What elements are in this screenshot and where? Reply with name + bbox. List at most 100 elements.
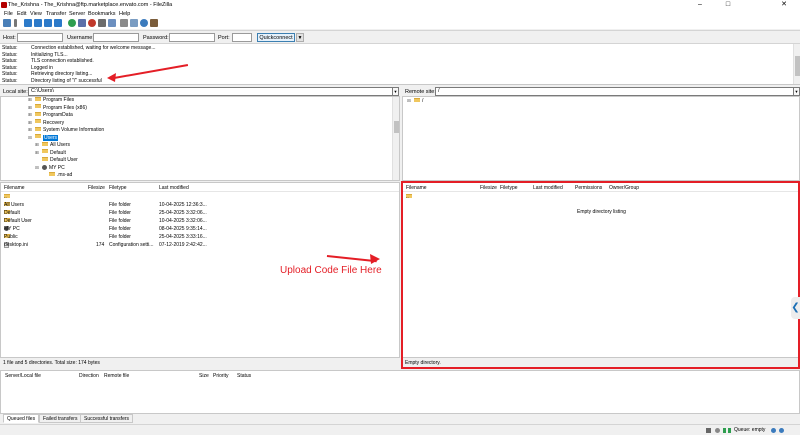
menu-bar: File Edit View Transfer Server Bookmarks… [0, 10, 800, 18]
annotation-highlight-box [401, 181, 800, 369]
folder-icon [35, 134, 41, 139]
annotation-text: Upload Code File Here [280, 265, 382, 276]
window-title: The_Krishna - The_Krishna@ftp.marketplac… [8, 2, 173, 8]
tree-item[interactable]: ⊞ ProgramData [28, 111, 73, 118]
file-row[interactable]: Default User File folder 10-04-2025 3:32:0… [1, 218, 399, 225]
queue-header-remote[interactable]: Remote file [104, 373, 129, 379]
tab-failed-transfers[interactable]: Failed transfers [39, 414, 82, 423]
queue-header-priority[interactable]: Priority [213, 373, 229, 379]
tree-item[interactable]: ⊞ System Volume Information [28, 126, 104, 133]
activity-indicator-icon [779, 428, 784, 433]
local-file-list-header: Filename Filesize Filetype Last modified [1, 183, 399, 192]
menu-bookmarks[interactable]: Bookmarks [88, 11, 116, 17]
download-indicator-icon [728, 428, 731, 433]
tab-successful-transfers[interactable]: Successful transfers [80, 414, 134, 423]
filter-icon[interactable] [120, 19, 128, 27]
menu-transfer[interactable]: Transfer [46, 11, 66, 17]
site-manager-icon[interactable] [3, 19, 11, 27]
host-input[interactable] [17, 33, 63, 42]
file-row[interactable]: MY PC File folder 08-04-2025 9:35:14... [1, 226, 399, 233]
process-queue-icon[interactable] [78, 19, 86, 27]
remote-site-label: Remote site: [405, 89, 436, 95]
queue-header-status[interactable]: Status [237, 373, 251, 379]
column-header-filetype[interactable]: Filetype [109, 185, 127, 191]
close-button[interactable]: ✕ [770, 0, 798, 10]
host-label: Host: [3, 35, 16, 41]
menu-server[interactable]: Server [69, 11, 85, 17]
compare-icon[interactable] [140, 19, 148, 27]
maximize-button[interactable]: □ [714, 0, 742, 10]
minimize-button[interactable]: – [686, 0, 714, 10]
file-row[interactable]: All Users File folder 10-04-2025 12:36:3..… [1, 202, 399, 209]
queue-header-server[interactable]: Server/Local file [5, 373, 41, 379]
quickconnect-button[interactable]: Quickconnect [257, 33, 295, 42]
local-site-path[interactable]: C:\Users\ [28, 87, 398, 96]
local-tree-scrollbar[interactable] [392, 97, 399, 180]
toggle-queue-icon[interactable] [54, 19, 62, 27]
user-icon [42, 164, 47, 170]
side-panel-toggle-icon[interactable]: ❮ [791, 297, 800, 319]
quickconnect-bar: Host: Username: Password: Port: Quickcon… [0, 30, 800, 44]
queue-header-direction[interactable]: Direction [79, 373, 99, 379]
annotation-arrowhead-log [107, 73, 116, 82]
search-icon[interactable] [150, 19, 158, 27]
menu-file[interactable]: File [4, 11, 13, 17]
file-row[interactable]: Public File folder 25-04-2025 3:33:16... [1, 234, 399, 241]
folder-icon [35, 126, 41, 131]
folder-icon [35, 111, 41, 116]
file-row[interactable]: Default File folder 25-04-2025 3:32:06... [1, 210, 399, 217]
tree-item[interactable]: ⊞ Recovery [28, 119, 64, 126]
log-scrollbar[interactable] [793, 44, 800, 84]
tree-item[interactable]: ⊟ / [407, 97, 423, 104]
menu-view[interactable]: View [30, 11, 42, 17]
local-tree-scroll-thumb[interactable] [394, 121, 399, 133]
tree-item[interactable]: ⊟ MY PC [35, 165, 65, 171]
quickconnect-dropdown[interactable]: ▼ [296, 33, 304, 42]
tree-item-selected[interactable]: ⊟ Users [28, 134, 59, 141]
refresh-icon[interactable] [68, 19, 76, 27]
tree-item[interactable]: ⊞ Default [35, 149, 66, 156]
remote-directory-tree: ⊟ / [402, 96, 800, 181]
folder-icon [35, 97, 41, 101]
cancel-icon[interactable] [88, 19, 96, 27]
folder-icon [414, 97, 420, 102]
tree-item[interactable]: ⊞ All Users [35, 141, 70, 148]
menu-help[interactable]: Help [119, 11, 130, 17]
password-input[interactable] [169, 33, 215, 42]
local-directory-tree: ⊞ Program Files ⊞ Program Files (x86) ⊞ Pro… [0, 96, 400, 181]
tree-item[interactable]: Default User [35, 156, 78, 163]
column-header-filename[interactable]: Filename [4, 185, 25, 191]
reconnect-icon[interactable] [108, 19, 116, 27]
upload-indicator-icon [723, 428, 726, 433]
title-bar: The_Krishna - The_Krishna@ftp.marketplac… [0, 0, 800, 10]
column-header-filesize[interactable]: Filesize [88, 185, 105, 191]
remote-site-path[interactable]: / [435, 87, 799, 96]
activity-indicator-icon [771, 428, 776, 433]
folder-icon [49, 171, 55, 176]
username-input[interactable] [93, 33, 139, 42]
local-site-dropdown-icon[interactable]: ▼ [392, 87, 399, 96]
tree-item[interactable]: ⊞ Program Files (x86) [28, 104, 87, 111]
sync-browsing-icon[interactable] [130, 19, 138, 27]
menu-edit[interactable]: Edit [17, 11, 26, 17]
folder-icon [35, 119, 41, 124]
log-scroll-thumb[interactable] [795, 56, 800, 76]
local-status: 1 file and 5 directories. Total size: 17… [3, 360, 100, 366]
tree-item[interactable]: ⊞ Program Files [28, 97, 74, 103]
tree-item[interactable]: .ms-ad [42, 171, 72, 178]
queue-header-size[interactable]: Size [199, 373, 209, 379]
status-bar: Queue: empty [0, 424, 800, 435]
username-label: Username: [67, 35, 94, 41]
disconnect-icon[interactable] [98, 19, 106, 27]
tab-queued-files[interactable]: Queued files [3, 414, 40, 423]
toggle-remote-tree-icon[interactable] [44, 19, 52, 27]
toggle-local-tree-icon[interactable] [34, 19, 42, 27]
column-header-modified[interactable]: Last modified [159, 185, 189, 191]
speed-limit-icon [715, 428, 720, 433]
port-input[interactable] [232, 33, 252, 42]
toggle-log-icon[interactable] [24, 19, 32, 27]
file-row[interactable]: .. [1, 194, 399, 201]
site-manager-dropdown-icon[interactable] [14, 19, 17, 27]
file-row[interactable]: desktop.ini 174 Configuration setti... 07-1… [1, 242, 399, 249]
remote-site-dropdown-icon[interactable]: ▼ [793, 87, 800, 96]
